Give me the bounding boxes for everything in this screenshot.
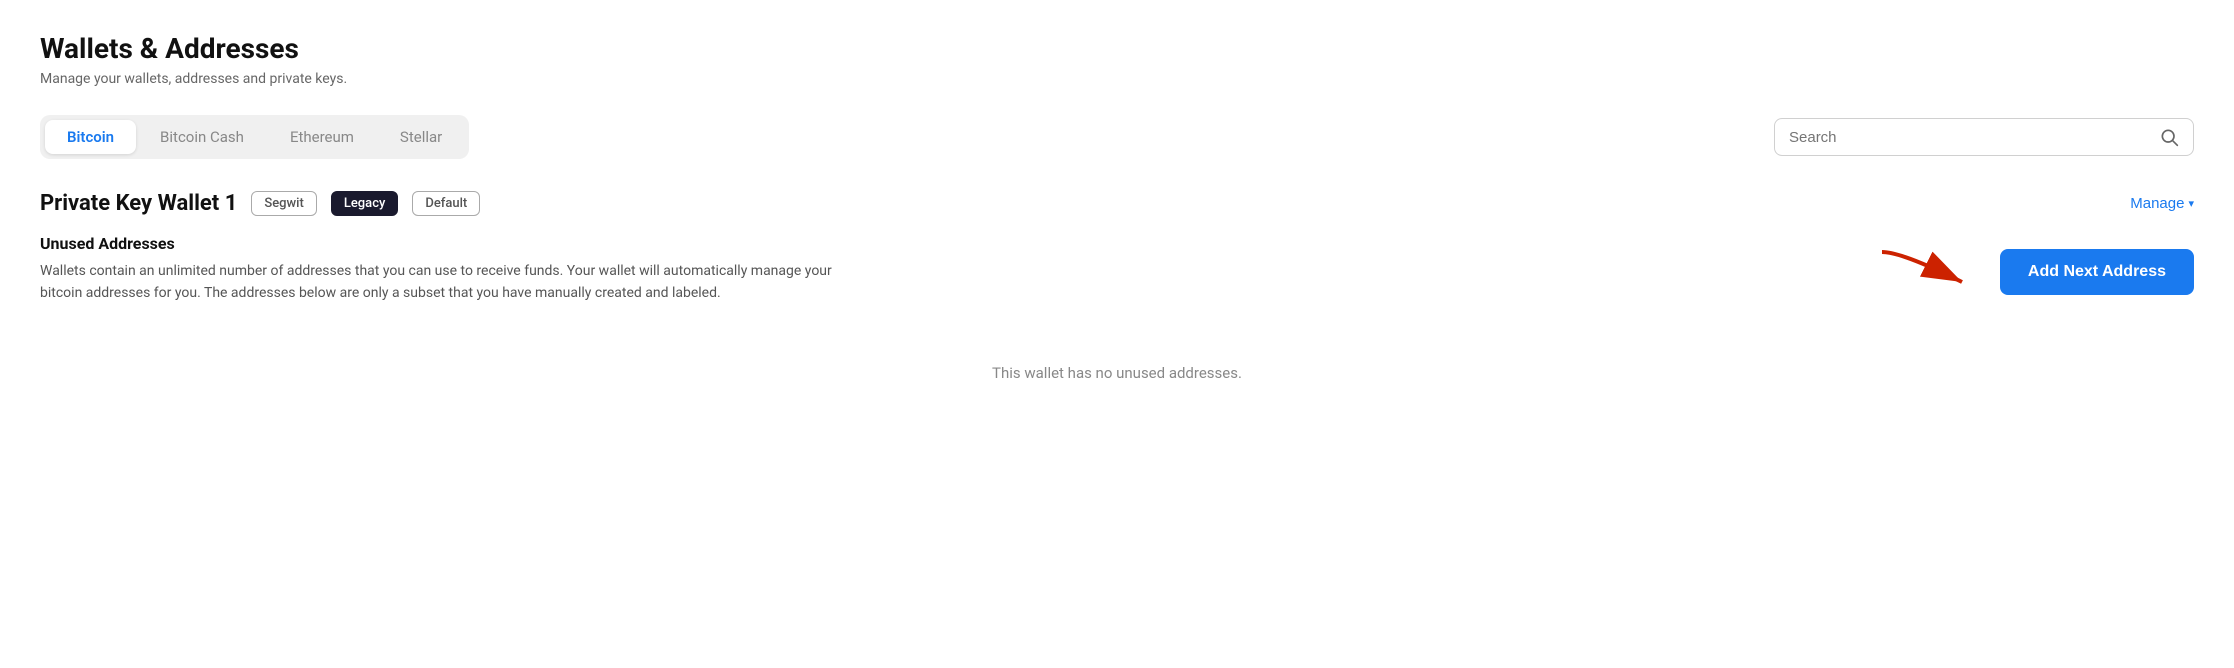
empty-message: This wallet has no unused addresses. — [40, 364, 2194, 382]
add-address-area: Add Next Address — [1872, 242, 2194, 302]
badge-default[interactable]: Default — [412, 191, 480, 216]
wallet-name: Private Key Wallet 1 — [40, 191, 237, 216]
section-description: Wallets contain an unlimited number of a… — [40, 261, 860, 304]
tab-bitcoin[interactable]: Bitcoin — [45, 120, 136, 154]
add-next-address-button[interactable]: Add Next Address — [2000, 249, 2194, 295]
page-header: Wallets & Addresses Manage your wallets,… — [40, 32, 2194, 87]
chevron-down-icon: ▾ — [2188, 197, 2194, 210]
manage-button[interactable]: Manage ▾ — [2130, 195, 2194, 212]
search-container — [1774, 118, 2194, 156]
section-title: Unused Addresses — [40, 234, 1832, 253]
badge-segwit[interactable]: Segwit — [251, 191, 317, 216]
top-bar: Bitcoin Bitcoin Cash Ethereum Stellar — [40, 115, 2194, 159]
unused-addresses-section: Unused Addresses Wallets contain an unli… — [40, 234, 1832, 304]
tab-bitcoin-cash[interactable]: Bitcoin Cash — [138, 120, 266, 154]
search-input[interactable] — [1789, 129, 2159, 146]
page-title: Wallets & Addresses — [40, 32, 2194, 65]
wallet-header: Private Key Wallet 1 Segwit Legacy Defau… — [40, 191, 2194, 216]
manage-label: Manage — [2130, 195, 2184, 212]
page-subtitle: Manage your wallets, addresses and priva… — [40, 71, 2194, 87]
wallet-section: Private Key Wallet 1 Segwit Legacy Defau… — [40, 191, 2194, 382]
badge-legacy[interactable]: Legacy — [331, 191, 399, 216]
search-icon — [2159, 127, 2179, 147]
tab-group: Bitcoin Bitcoin Cash Ethereum Stellar — [40, 115, 469, 159]
red-arrow-icon — [1872, 242, 1992, 302]
tab-stellar[interactable]: Stellar — [378, 120, 464, 154]
wallet-header-left: Private Key Wallet 1 Segwit Legacy Defau… — [40, 191, 480, 216]
tab-ethereum[interactable]: Ethereum — [268, 120, 376, 154]
